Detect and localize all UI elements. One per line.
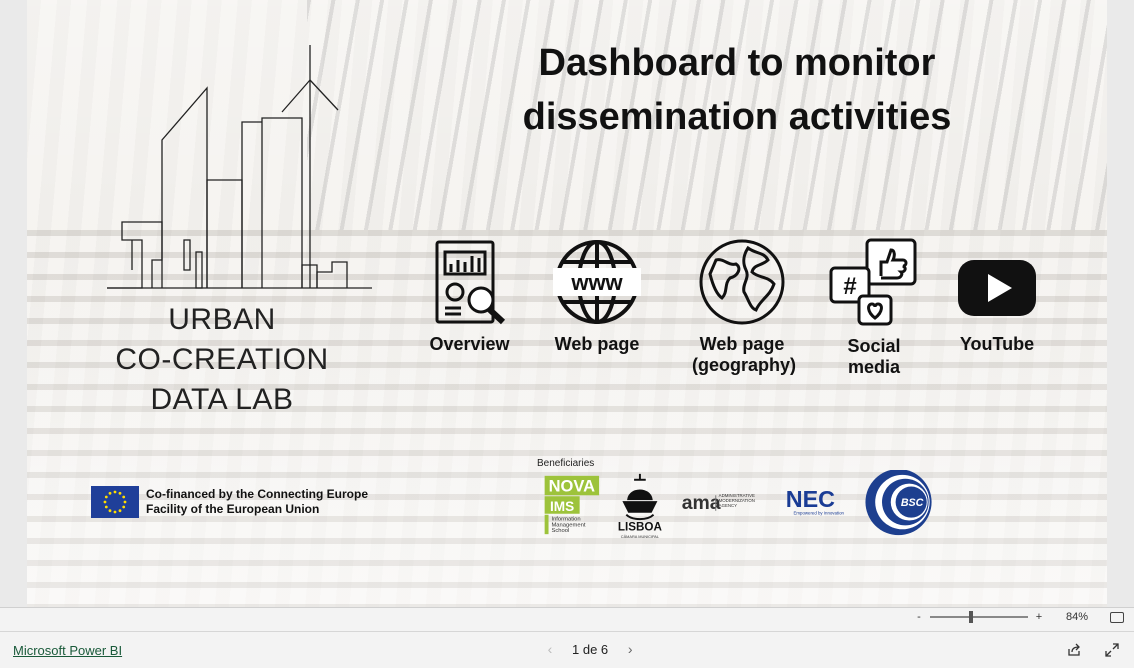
ama-logo: ama ADMINISTRATIVE MODERNIZATION AGENCY: [682, 492, 755, 514]
nec-text: NEC: [786, 486, 835, 512]
bsc-logo: BSC: [865, 470, 932, 536]
beneficiaries-logos: NOVA IMS Information Management School L…: [544, 470, 932, 539]
powerbi-footer: Microsoft Power BI ‹ 1 de 6 ›: [0, 631, 1134, 668]
bsc-text: BSC: [901, 497, 924, 509]
www-globe-icon: www: [553, 240, 641, 324]
svg-text:#: #: [843, 273, 856, 300]
zoom-percent: 84%: [1065, 611, 1088, 623]
zoom-bar: - + 84%: [0, 607, 1134, 632]
title-line-2: dissemination activities: [522, 96, 952, 138]
next-page-button[interactable]: ›: [620, 641, 640, 657]
fullscreen-icon[interactable]: [1105, 643, 1119, 657]
logo-line-2: CO-CREATION: [115, 343, 329, 376]
earth-globe-icon: [699, 239, 785, 325]
nav-label-geography-line-2: (geography): [692, 355, 797, 375]
youtube-icon: [958, 260, 1036, 316]
lisboa-sub: CÂMARA MUNICIPAL: [621, 534, 660, 539]
zoom-slider[interactable]: [929, 611, 1028, 623]
title-line-1: Dashboard to monitor: [538, 42, 936, 84]
zoom-out-button[interactable]: -: [912, 611, 926, 623]
zoom-slider-thumb[interactable]: [969, 611, 974, 623]
svg-text:www: www: [570, 270, 623, 295]
eu-flag-icon: [91, 486, 139, 518]
nav-label-web-page: Web page: [554, 334, 640, 354]
nav-button-youtube[interactable]: YouTube: [952, 238, 1042, 355]
lisboa-text: LISBOA: [618, 520, 663, 533]
nec-sub: Empowered by Innovation: [794, 511, 845, 516]
nav-label-social-media: Social media: [847, 336, 901, 377]
nav-button-social-media[interactable]: # Social media: [819, 238, 929, 378]
nova-sub-3: School: [551, 528, 569, 534]
share-icon[interactable]: [1067, 643, 1081, 657]
nav-label-geography-line-1: Web page: [699, 334, 785, 354]
nova-ims-logo: NOVA IMS Information Management School: [544, 475, 600, 534]
nav-button-overview[interactable]: Overview: [427, 238, 512, 355]
zoom-in-button[interactable]: +: [1032, 611, 1046, 623]
ama-sub-3: AGENCY: [719, 503, 738, 508]
nova-top-text: NOVA: [549, 476, 596, 495]
report-magnifier-icon: [435, 240, 505, 325]
logo-line-1: URBAN: [168, 303, 276, 336]
report-canvas: URBAN CO-CREATION DATA LAB Dashboard to …: [27, 0, 1107, 607]
eu-line-2: Facility of the European Union: [146, 502, 320, 516]
beneficiaries-label: Beneficiaries: [537, 458, 595, 469]
eu-cofinance-text: Co-financed by the Connecting Europe Fac…: [146, 487, 386, 517]
eu-line-1: Co-financed by the Connecting Europe: [146, 487, 369, 501]
urban-cocreation-logo-text: URBAN CO-CREATION DATA LAB: [97, 300, 347, 420]
city-skyline-logo-art: [107, 45, 372, 289]
zoom-controls: - + 84%: [912, 611, 1124, 623]
lisboa-logo: LISBOA CÂMARA MUNICIPAL: [618, 473, 663, 539]
previous-page-button[interactable]: ‹: [540, 641, 560, 657]
eu-cofinance-banner: Co-financed by the Connecting Europe Fac…: [91, 486, 386, 518]
page-indicator: 1 de 6: [572, 641, 609, 657]
nav-label-overview: Overview: [429, 334, 510, 354]
page-navigator: ‹ 1 de 6 ›: [540, 641, 640, 657]
powerbi-brand-link[interactable]: Microsoft Power BI: [13, 643, 122, 658]
page-title: Dashboard to monitor dissemination activ…: [497, 36, 977, 144]
nova-mid-text: IMS: [550, 499, 574, 514]
nav-button-web-page[interactable]: www Web page: [552, 238, 642, 355]
nav-button-web-page-geography[interactable]: Web page (geography): [692, 238, 797, 376]
social-media-icon: #: [829, 238, 917, 326]
fit-to-page-icon[interactable]: [1110, 611, 1124, 623]
nav-label-youtube: YouTube: [959, 334, 1035, 354]
logo-line-3: DATA LAB: [150, 383, 294, 416]
ama-text: ama: [682, 492, 721, 514]
nec-logo: NEC Empowered by Innovation: [786, 486, 845, 516]
